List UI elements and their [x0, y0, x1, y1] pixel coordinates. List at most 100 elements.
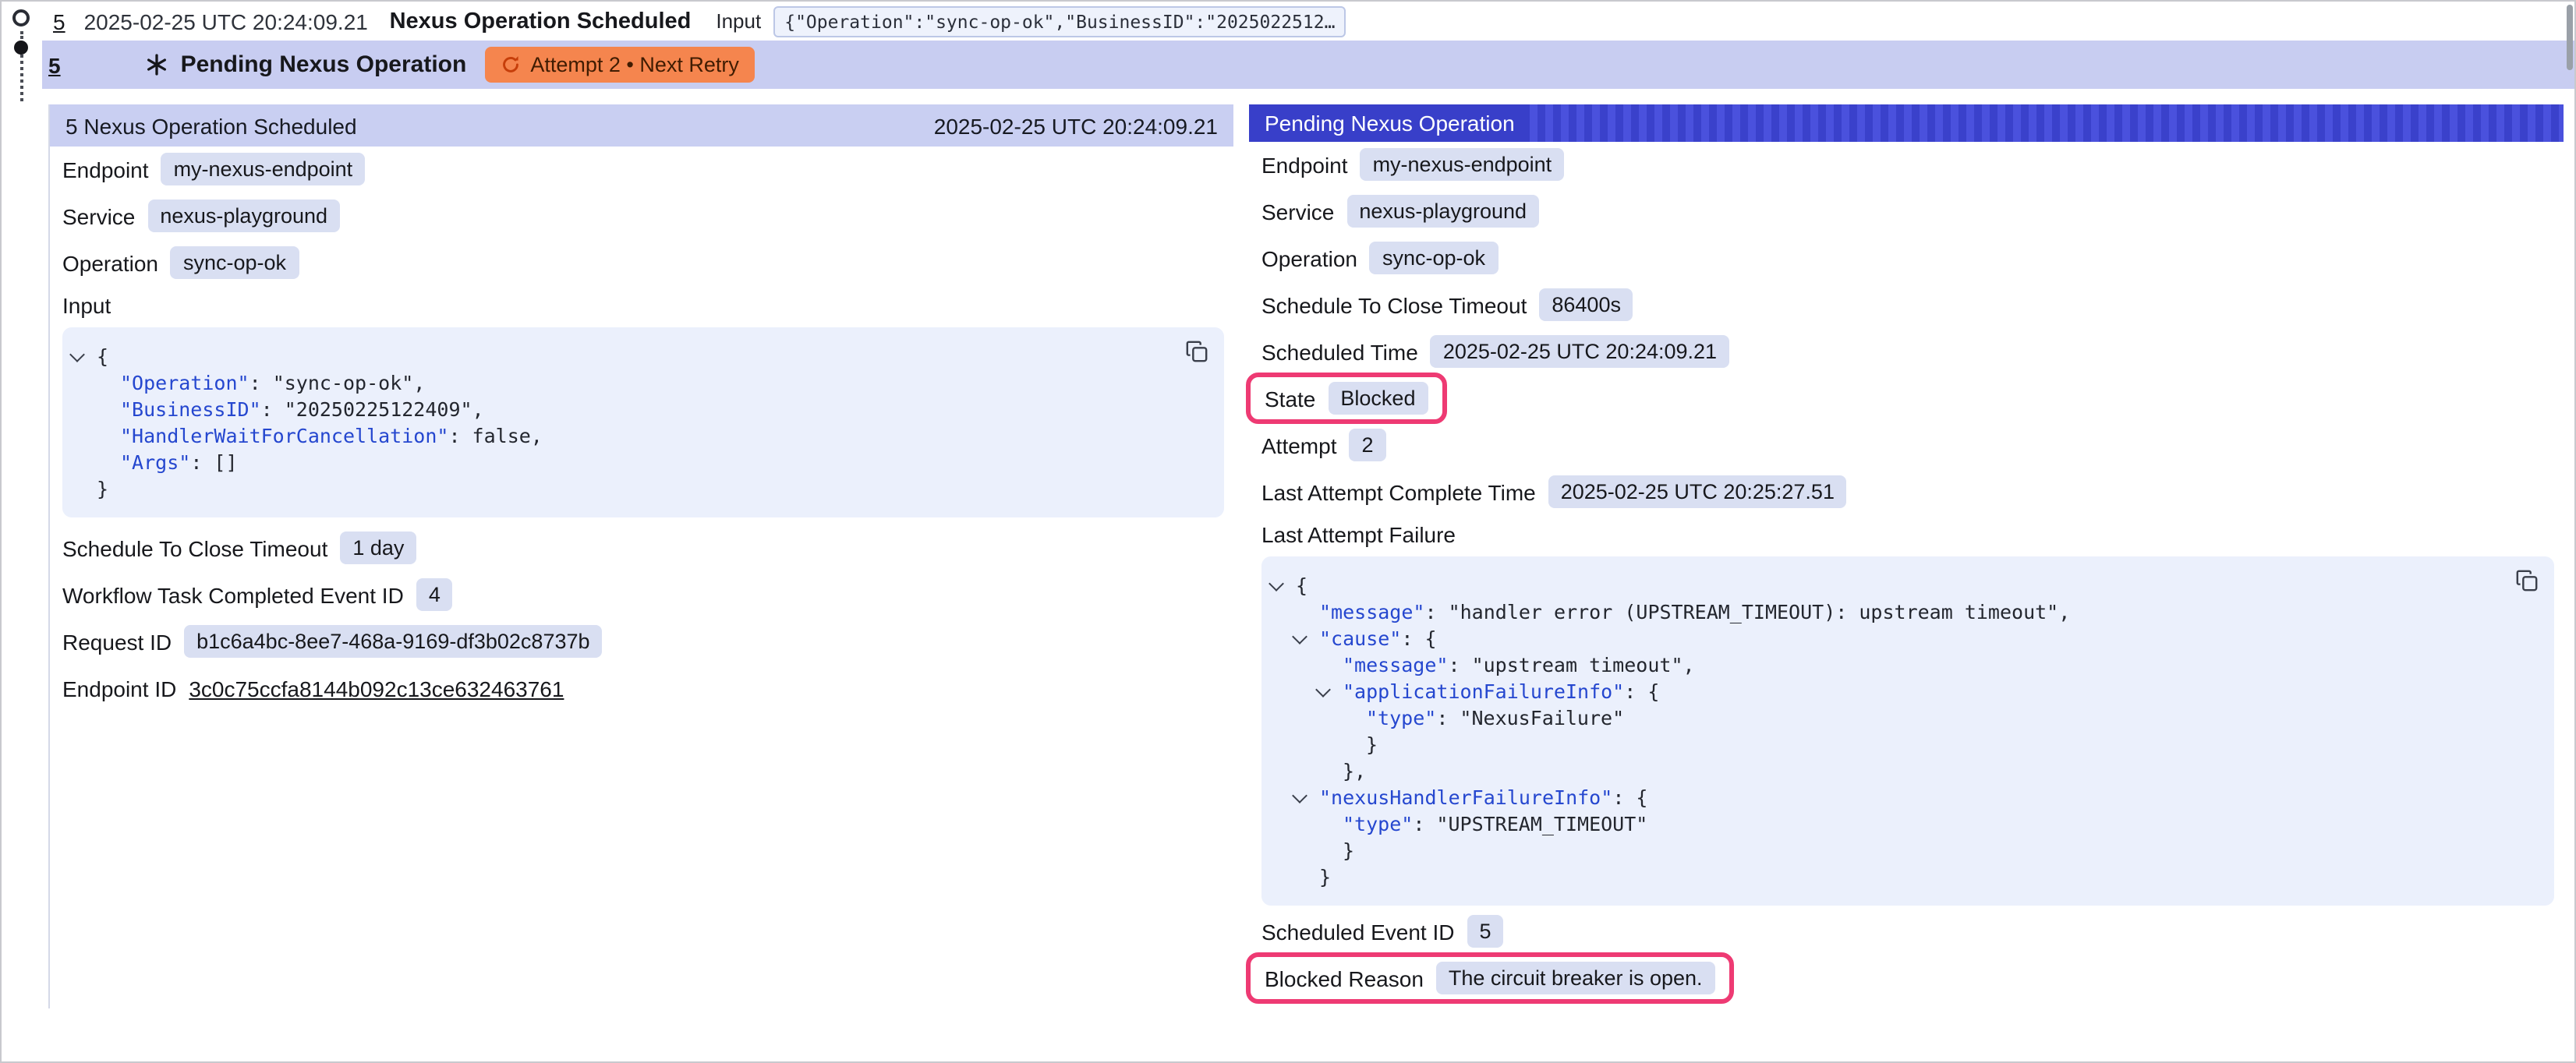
field-blocked-reason-annotated: Blocked Reason The circuit breaker is op… [1246, 952, 1734, 1004]
json-key: "type" [1343, 810, 1413, 837]
code-line: "cause": { [1271, 625, 2535, 652]
nexus-asterisk-icon [145, 53, 168, 76]
timeline-current-dot-icon [14, 41, 28, 55]
scrollbar-thumb[interactable] [2567, 5, 2573, 70]
code-line: "type": "NexusFailure" [1271, 705, 2535, 731]
event-id-link[interactable]: 5 [48, 52, 61, 77]
copy-icon [2515, 569, 2539, 592]
field-label: Service [62, 203, 135, 228]
field-scheduled-time: Scheduled Time 2025-02-25 UTC 20:24:09.2… [1261, 335, 1729, 368]
event-row-pending[interactable]: 5 Pending Nexus Operation Attempt 2 • Ne… [42, 41, 2574, 89]
code-line: } [1271, 837, 2535, 863]
code-line: "type": "UPSTREAM_TIMEOUT" [1271, 810, 2535, 837]
field-value: 2025-02-25 UTC 20:24:09.21 [1431, 335, 1729, 368]
json-text: { [1296, 572, 1307, 599]
collapse-chevron-icon[interactable] [1318, 688, 1343, 694]
json-text: : false, [448, 422, 542, 449]
json-text: : { [1624, 678, 1659, 705]
field-label: Attempt [1261, 433, 1337, 457]
input-preview: {"Operation":"sync-op-ok","BusinessID":"… [773, 5, 1346, 37]
blocked-reason-badge: The circuit breaker is open. [1436, 962, 1715, 994]
code-line: "Operation": "sync-op-ok", [72, 369, 1205, 396]
field-value: 5 [1467, 915, 1504, 948]
field-schedule-to-close-timeout: Schedule To Close Timeout 86400s [1261, 288, 1633, 321]
event-id-link[interactable]: 5 [53, 9, 65, 34]
temporal-event-history-view: 5 2025-02-25 UTC 20:24:09.21 Nexus Opera… [0, 0, 2576, 1063]
collapse-chevron-icon[interactable] [1271, 582, 1296, 588]
json-text: } [1343, 837, 1354, 863]
timeline-column [2, 2, 42, 111]
event-title: Nexus Operation Scheduled [390, 9, 692, 34]
field-last-attempt-complete-time: Last Attempt Complete Time 2025-02-25 UT… [1261, 475, 1847, 508]
copy-button[interactable] [2515, 569, 2539, 592]
collapse-chevron-icon[interactable] [1294, 794, 1319, 800]
field-label: Endpoint [62, 157, 149, 182]
code-line: "HandlerWaitForCancellation": false, [72, 422, 1205, 449]
collapse-chevron-icon[interactable] [72, 353, 97, 359]
field-value: nexus-playground [1346, 195, 1539, 228]
field-label: Endpoint [1261, 152, 1348, 177]
event-detail-panel-scheduled: 5 Nexus Operation Scheduled 2025-02-25 U… [48, 104, 1233, 1008]
json-key: "Args" [120, 449, 190, 475]
field-attempt: Attempt 2 [1261, 429, 1386, 461]
field-label: Blocked Reason [1265, 966, 1424, 991]
input-section-label: Input [62, 293, 1233, 320]
field-operation: Operation sync-op-ok [1261, 242, 1498, 274]
field-state-annotated: State Blocked [1246, 373, 1446, 424]
event-row-scheduled[interactable]: 5 2025-02-25 UTC 20:24:09.21 Nexus Opera… [42, 2, 2574, 41]
json-text: : "upstream timeout", [1448, 652, 1694, 678]
json-text: : { [1612, 784, 1647, 810]
panel-body: Endpoint my-nexus-endpoint Service nexus… [50, 147, 1233, 1008]
field-label: Request ID [62, 629, 172, 654]
json-text: : [] [190, 449, 237, 475]
event-detail-panel-pending: Pending Nexus Operation Endpoint my-nexu… [1249, 104, 2564, 1008]
code-line: }, [1271, 758, 2535, 784]
field-value: 86400s [1539, 288, 1633, 321]
retry-badge-label: Attempt 2 • Next Retry [530, 53, 739, 76]
endpoint-id-link[interactable]: 3c0c75ccfa8144b092c13ce632463761 [189, 676, 564, 701]
json-text: } [1319, 863, 1331, 890]
copy-button[interactable] [1185, 340, 1208, 363]
code-line: "applicationFailureInfo": { [1271, 678, 2535, 705]
field-label: Service [1261, 199, 1334, 224]
json-text: } [1366, 731, 1378, 758]
field-label: Endpoint ID [62, 676, 176, 701]
copy-icon [1185, 340, 1208, 363]
input-label: Input [716, 9, 761, 33]
code-line: "BusinessID": "20250225122409", [72, 396, 1205, 422]
json-text: : "NexusFailure" [1436, 705, 1624, 731]
field-operation: Operation sync-op-ok [62, 246, 299, 279]
field-value: sync-op-ok [171, 246, 299, 279]
timeline-start-icon [12, 9, 30, 26]
field-value: nexus-playground [147, 200, 340, 232]
field-label: Operation [1261, 245, 1357, 270]
json-key: "message" [1319, 599, 1424, 625]
input-json-viewer: {"Operation": "sync-op-ok","BusinessID":… [62, 327, 1224, 517]
code-line: { [1271, 572, 2535, 599]
json-text: : "handler error (UPSTREAM_TIMEOUT): ups… [1424, 599, 2070, 625]
json-key: "message" [1343, 652, 1448, 678]
field-value: 2 [1350, 429, 1386, 461]
collapse-chevron-icon[interactable] [1294, 635, 1319, 641]
panel-body: Endpoint my-nexus-endpoint Service nexus… [1249, 142, 2564, 1008]
field-schedule-to-close-timeout: Schedule To Close Timeout 1 day [62, 532, 416, 564]
json-text: : "UPSTREAM_TIMEOUT" [1413, 810, 1647, 837]
field-workflow-task-completed-event-id: Workflow Task Completed Event ID 4 [62, 578, 453, 611]
field-endpoint-id: Endpoint ID 3c0c75ccfa8144b092c13ce63246… [62, 672, 564, 705]
json-key: "HandlerWaitForCancellation" [120, 422, 448, 449]
event-detail-panels: 5 Nexus Operation Scheduled 2025-02-25 U… [48, 104, 2564, 1008]
json-key: "cause" [1319, 625, 1401, 652]
json-key: "Operation" [120, 369, 249, 396]
json-text: }, [1343, 758, 1366, 784]
field-service: Service nexus-playground [62, 200, 340, 232]
event-title: Pending Nexus Operation [181, 51, 467, 78]
field-value: b1c6a4bc-8ee7-468a-9169-df3b02c8737b [184, 625, 602, 658]
code-line: "Args": [] [72, 449, 1205, 475]
field-label: Schedule To Close Timeout [1261, 292, 1527, 317]
field-value: 4 [416, 578, 453, 611]
field-label: State [1265, 386, 1315, 411]
field-label: Schedule To Close Timeout [62, 535, 327, 560]
field-value: 2025-02-25 UTC 20:25:27.51 [1548, 475, 1847, 508]
retry-badge: Attempt 2 • Next Retry [485, 47, 755, 83]
field-label: Operation [62, 250, 158, 275]
